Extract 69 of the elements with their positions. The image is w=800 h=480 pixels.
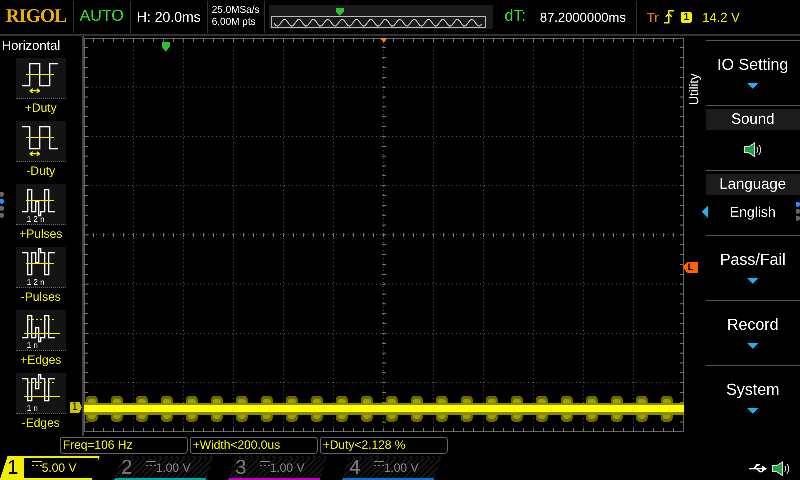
menu-option[interactable]: +Edges [20,353,62,367]
channel-tab[interactable]: 3 1.00 V [228,456,328,480]
menu-option[interactable]: Record [727,317,779,335]
menu-option[interactable]: -Pulses [20,290,61,304]
speaker-icon [744,142,762,158]
channel-number: 3 [234,456,248,480]
measurement-readout: +Width<200.0us [190,437,318,454]
delta-label: dT: [504,8,526,26]
menu-option[interactable]: Sound [706,109,800,130]
trigger-position-icon [336,8,344,16]
menu-title: Horizontal [1,37,62,55]
menu-option[interactable]: Pass/Fail [720,252,786,270]
menu-option[interactable]: -Duty [26,164,56,178]
delta-value: 87.2000000ms [540,10,626,24]
dc-coupling-icon [374,461,384,467]
channel-number: 1 [2,456,24,480]
icon-caption: 1 2 n [27,278,45,287]
menu-option[interactable]: -Edges [22,416,60,430]
down-arrow-icon [747,408,759,414]
menu-option[interactable]: +Pulses [19,227,63,241]
brand-logo: RIGOL [6,6,67,28]
icon-caption: 1 2 n [27,215,45,224]
waveform-icon[interactable] [16,121,66,162]
timebase-value: 20.0ms [155,9,201,25]
down-arrow-icon [747,343,759,349]
channel-number: 4 [348,456,362,480]
channel-scale: 1.00 V [156,461,191,475]
channel-scale: 1.00 V [384,461,419,475]
channel-tab[interactable]: 2 1.00 V [114,456,214,480]
dc-coupling-icon [146,461,156,467]
trigger-source: 1 [680,12,692,22]
measurement-readout: Freq=106 Hz [60,437,188,454]
channel-tab[interactable]: 4 1.00 V [342,456,442,480]
measurement-readout: +Duty<2.128 % [320,437,448,454]
channel-scale: 1.00 V [270,461,305,475]
menu-title: Utility [686,72,702,106]
down-arrow-icon [747,278,759,284]
menu-option[interactable]: IO Setting [717,57,789,75]
menu-option[interactable]: +Duty [25,101,57,115]
menu-option[interactable]: System [726,382,780,400]
option-value: English [730,204,776,220]
trigger-position-icon [162,42,170,52]
trigger-label: Tr [647,10,659,24]
channel-marker: 1 [70,402,82,413]
waveform-icon[interactable] [16,58,66,99]
waveform-icon[interactable]: 1 2 n [16,247,66,288]
channel-number: 2 [120,456,134,480]
trigger-point-icon [380,38,388,43]
memory-depth: 6.00M pts [212,17,256,29]
waveform-icon[interactable]: 1 n [16,310,66,351]
channel-tab[interactable]: 1 5.00 V [0,456,100,480]
dc-coupling-icon [260,461,270,467]
trigger-level: 14.2 V [702,10,740,24]
left-arrow-icon [702,206,708,218]
channel-scale: 5.00 V [42,461,77,475]
waveform-icon[interactable]: 1 2 n [16,184,66,225]
icon-caption: 1 n [27,341,38,350]
down-arrow-icon [747,83,759,89]
sample-rate: 25.0MSa/s [212,5,260,17]
usb-icon [748,463,768,475]
rising-edge-icon [662,9,675,25]
menu-option[interactable]: Language [706,174,800,195]
timebase-label: H: [137,9,152,25]
dc-coupling-icon [32,461,42,467]
icon-caption: 1 n [27,404,38,413]
waveform-icon[interactable]: 1 n [16,373,66,414]
trigger-level-marker: L [683,262,698,273]
run-status: AUTO [80,8,124,26]
speaker-icon [772,461,790,477]
